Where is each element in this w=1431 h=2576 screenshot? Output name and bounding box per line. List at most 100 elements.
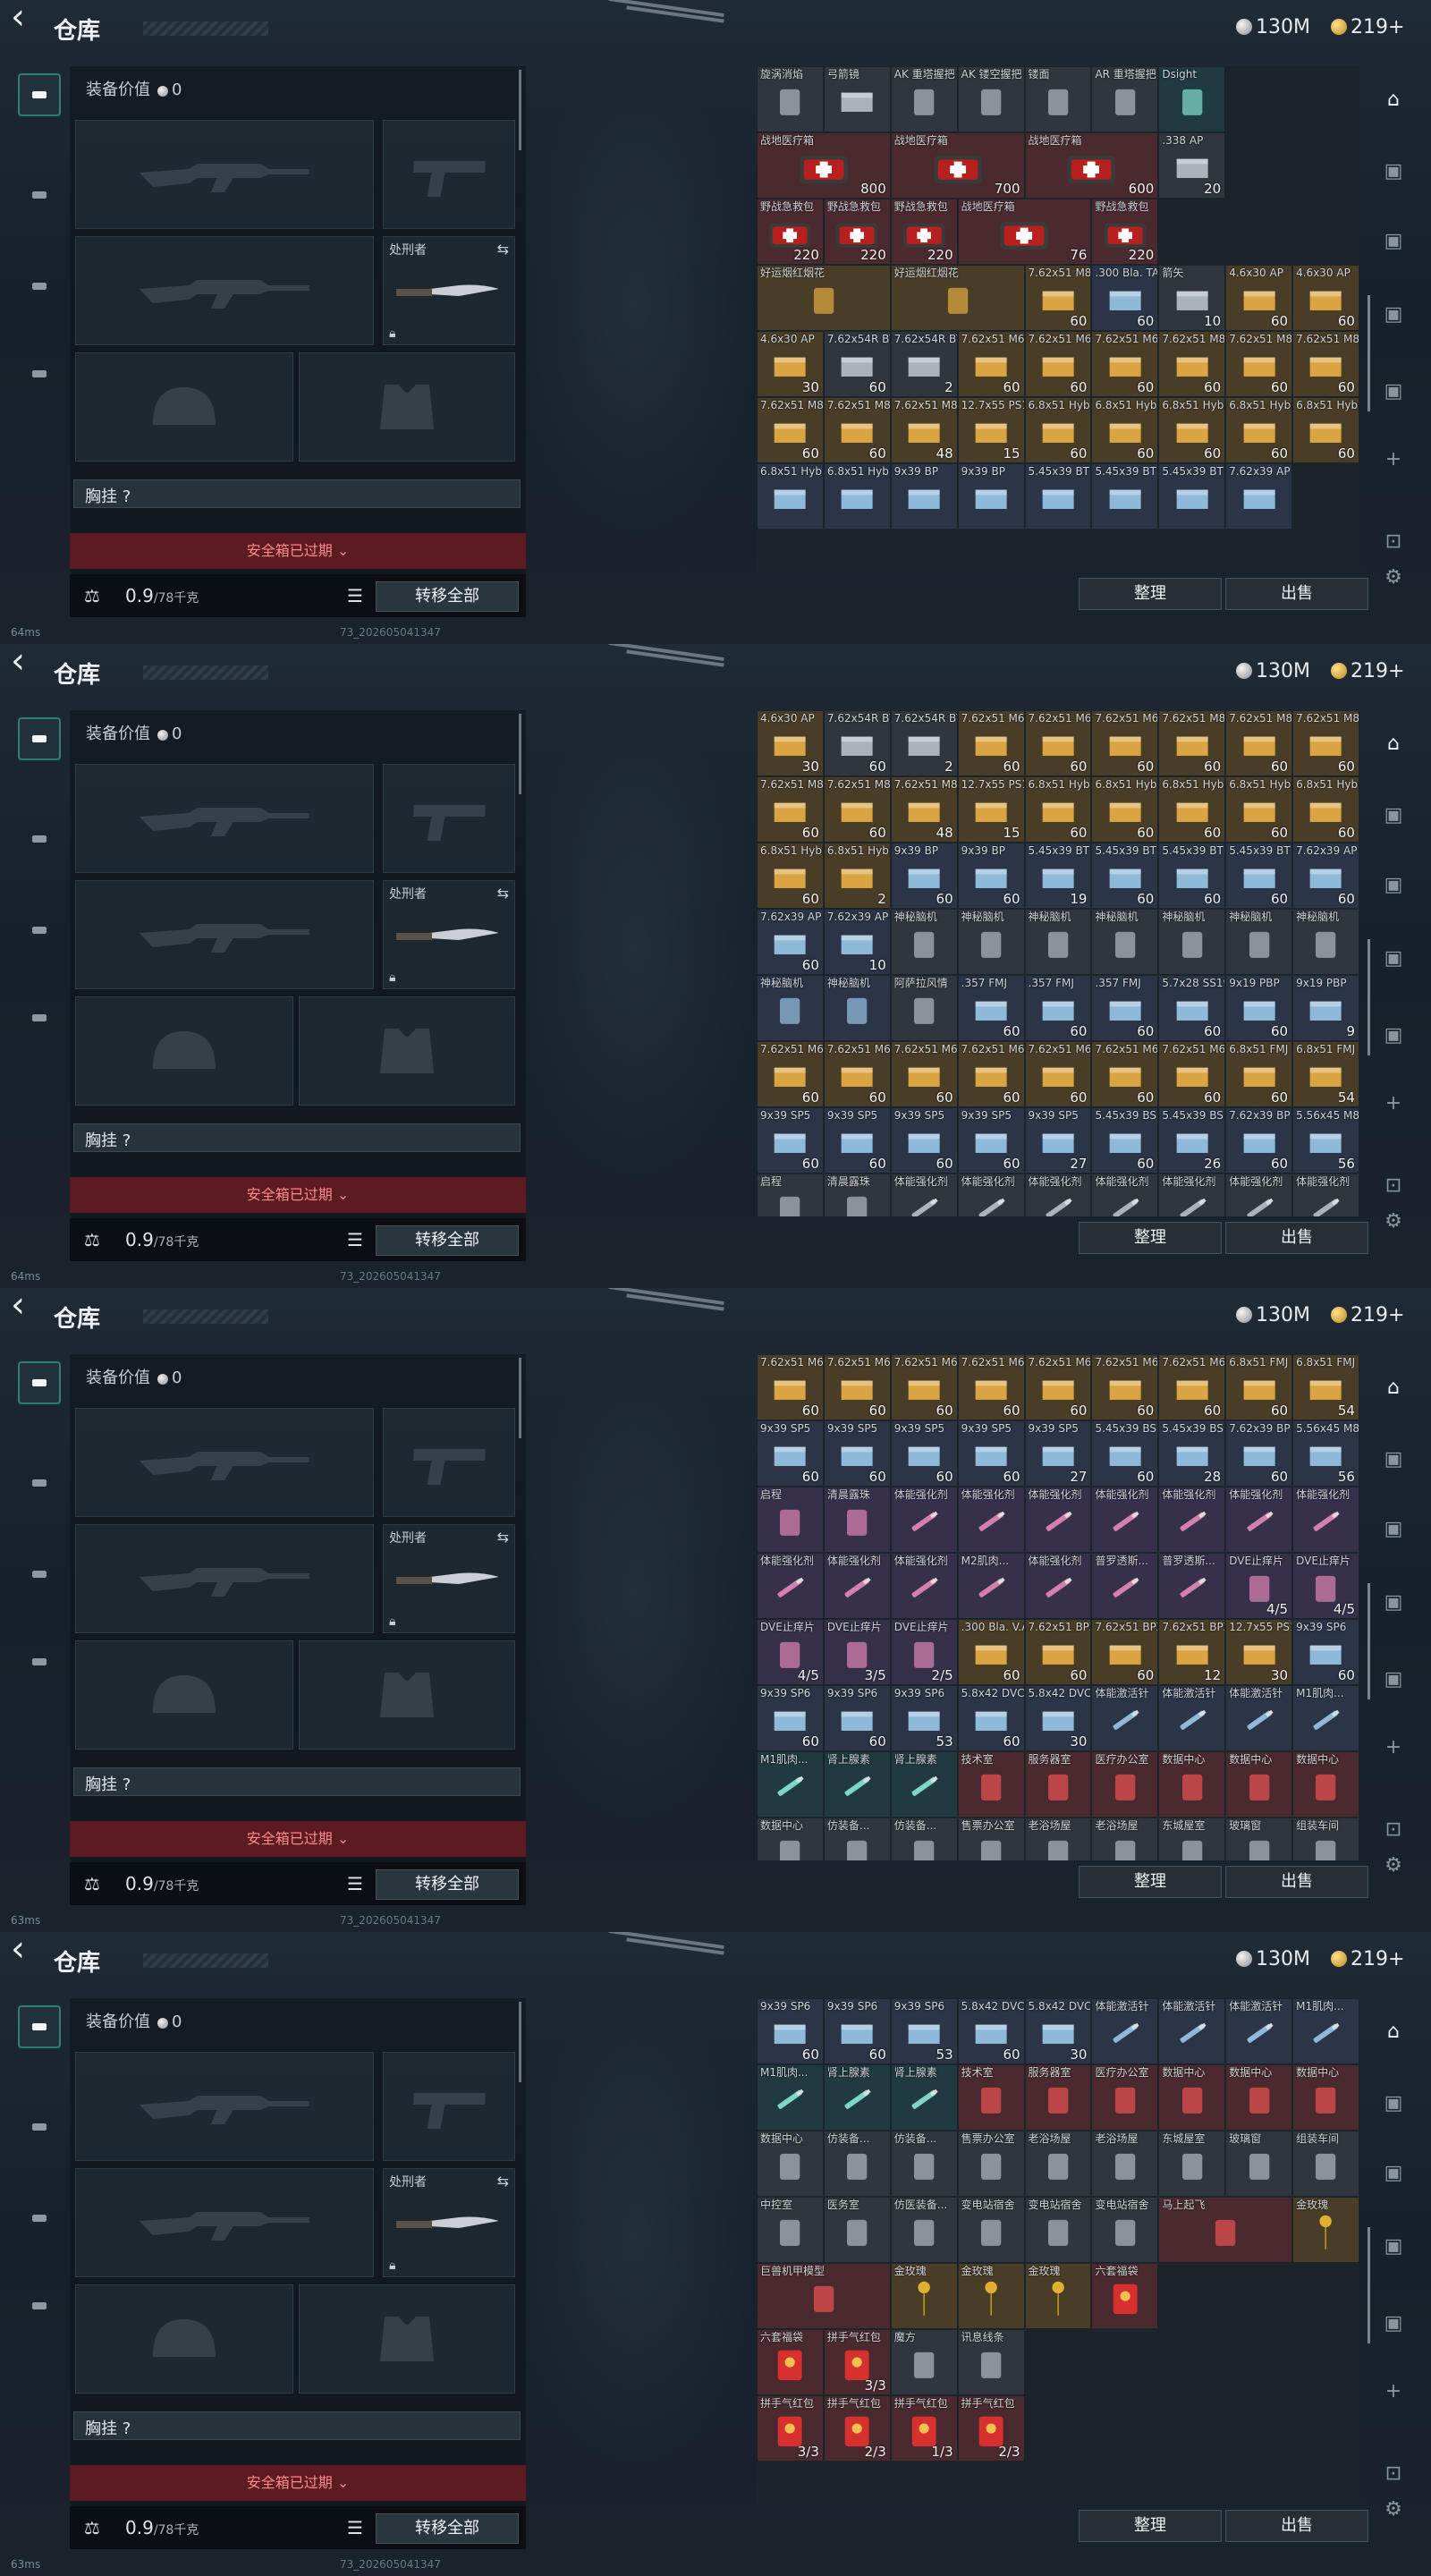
item-cell[interactable]: 体能强化剂 — [957, 1487, 1025, 1553]
item-cell[interactable]: 5.45x39 BT 19 — [1024, 843, 1092, 909]
move-all-button[interactable]: 转移全部 — [376, 1869, 519, 1900]
container-icon[interactable]: ▣ — [1379, 227, 1408, 256]
item-cell[interactable]: 启程 — [757, 1487, 824, 1553]
item-cell[interactable]: 仿医装备... — [890, 2197, 958, 2263]
item-cell[interactable]: M1肌肉... — [757, 1751, 824, 1818]
add-container-icon[interactable]: + — [1379, 1089, 1408, 1118]
item-cell[interactable]: 12.7x55 PS12 30 — [1225, 1619, 1293, 1685]
item-cell[interactable]: 体能强化剂 — [1024, 1553, 1092, 1619]
item-cell[interactable]: 4.6x30 AP 30 — [757, 710, 824, 776]
item-cell[interactable]: 数据中心 — [1292, 2064, 1359, 2131]
item-cell[interactable]: 9x39 BP 60 — [890, 843, 958, 909]
move-all-button[interactable]: 转移全部 — [376, 581, 519, 612]
settings-gear-icon[interactable]: ⚙ — [1379, 2496, 1408, 2524]
item-cell[interactable]: 7.62x39 AP — [1225, 463, 1293, 530]
container-icon[interactable]: ▣ — [1379, 157, 1408, 186]
item-cell[interactable]: 售票办公室 — [957, 2131, 1025, 2197]
item-cell[interactable]: 12.7x55 PS12B 15 — [957, 397, 1025, 463]
pistol-slot[interactable] — [383, 764, 515, 873]
swap-icon[interactable]: ⇆ — [497, 241, 509, 258]
grid-scrollbar[interactable] — [1367, 2227, 1370, 2343]
move-all-button[interactable]: 转移全部 — [376, 2513, 519, 2544]
container-icon[interactable]: ▣ — [1379, 2309, 1408, 2338]
container-icon[interactable]: ▣ — [1379, 2089, 1408, 2118]
item-cell[interactable]: 9x39 SP6 60 — [1292, 1619, 1359, 1685]
item-cell[interactable]: 7.62x51 M62 60 — [957, 710, 1025, 776]
item-cell[interactable]: 9x39 BP — [957, 463, 1025, 530]
item-cell[interactable]: 神秘脑机 — [1225, 909, 1293, 975]
item-cell[interactable]: 6.8x51 Hybrid 60 — [757, 843, 824, 909]
case-tab-icon[interactable] — [18, 352, 61, 395]
list-icon[interactable]: ☰ — [340, 2513, 370, 2542]
item-cell[interactable]: 6.8x51 Hybrid 60 — [1292, 776, 1359, 843]
item-cell[interactable]: 组装车间 — [1292, 2131, 1359, 2197]
item-cell[interactable]: DVE止痒片 3/5 — [823, 1619, 891, 1685]
item-cell[interactable]: 5.56x45 M855A1 56 — [1292, 1107, 1359, 1174]
item-cell[interactable]: 体能强化剂 — [890, 1174, 958, 1216]
add-gold-icon[interactable]: + — [1388, 16, 1404, 38]
item-cell[interactable]: 5.7x28 SS190 60 — [1158, 975, 1226, 1041]
item-cell[interactable]: 9x39 SP5 60 — [957, 1420, 1025, 1487]
item-cell[interactable]: 技术室 — [957, 1751, 1025, 1818]
item-cell[interactable]: 9x39 SP6 53 — [890, 1998, 958, 2064]
item-cell[interactable]: 野战急救包 220 — [1091, 199, 1159, 265]
item-cell[interactable]: M2肌肉... — [957, 1553, 1025, 1619]
helmet-slot[interactable] — [75, 2284, 293, 2394]
item-cell[interactable]: 7.62x51 M80 48 — [890, 397, 958, 463]
help-icon[interactable]: ? — [123, 2419, 131, 2438]
item-cell[interactable]: 旋涡消焰 — [757, 66, 824, 132]
equipment-scrollbar[interactable] — [519, 70, 521, 150]
item-cell[interactable]: 仿装备... — [890, 2131, 958, 2197]
helmet-slot[interactable] — [75, 1640, 293, 1750]
chest-rig-row[interactable]: 胸挂 ? — [73, 479, 521, 508]
item-cell[interactable]: 5.8x42 DVC88 30 — [1024, 1685, 1092, 1751]
primary-weapon-slot[interactable] — [75, 1408, 374, 1517]
armor-tab-icon[interactable] — [18, 818, 61, 860]
item-cell[interactable]: 7.62x51 M61 60 — [1024, 710, 1092, 776]
item-cell[interactable]: 魔方 — [890, 2329, 958, 2395]
item-cell[interactable]: 老浴场屋 — [1024, 2131, 1092, 2197]
item-cell[interactable]: 数据中心 — [1225, 2064, 1293, 2131]
item-cell[interactable]: 数据中心 — [1225, 1751, 1293, 1818]
item-cell[interactable]: 6.8x51 Hybrid 60 — [1091, 397, 1159, 463]
secondary-weapon-slot[interactable] — [75, 236, 374, 345]
item-cell[interactable]: 技术室 — [957, 2064, 1025, 2131]
item-cell[interactable]: 体能激活针 — [1225, 1998, 1293, 2064]
sort-button[interactable]: 整理 — [1079, 1866, 1222, 1898]
item-cell[interactable]: 拼手气红包 3/3 — [823, 2329, 891, 2395]
item-cell[interactable]: DVE止痒片 4/5 — [1225, 1553, 1293, 1619]
armor-slot[interactable] — [299, 996, 515, 1106]
item-cell[interactable]: 神秘脑机 — [890, 909, 958, 975]
item-cell[interactable]: 体能强化剂 — [1158, 1174, 1226, 1216]
helmet-slot[interactable] — [75, 352, 293, 462]
item-cell[interactable]: .357 FMJ 60 — [1091, 975, 1159, 1041]
item-cell[interactable]: 6.8x51 Hybrid 60 — [1024, 776, 1092, 843]
back-arrow-icon[interactable]: ‹ — [11, 0, 38, 35]
item-cell[interactable]: 六套福袋 — [757, 2329, 824, 2395]
item-cell[interactable]: 7.62x51 M80 60 — [823, 776, 891, 843]
equipment-scrollbar[interactable] — [519, 1358, 521, 1438]
item-cell[interactable]: 5.8x42 DVC88 60 — [957, 1685, 1025, 1751]
item-cell[interactable]: 六套福袋 — [1091, 2263, 1159, 2329]
add-container-icon[interactable]: + — [1379, 2377, 1408, 2406]
item-cell[interactable]: 4.6x30 AP 30 — [757, 331, 824, 397]
sell-button[interactable]: 出售 — [1225, 578, 1368, 610]
helmet-slot[interactable] — [75, 996, 293, 1106]
item-cell[interactable]: 金玫瑰 — [890, 2263, 958, 2329]
item-cell[interactable]: 体能强化剂 — [1292, 1487, 1359, 1553]
container-icon[interactable]: ▣ — [1379, 1589, 1408, 1617]
item-cell[interactable]: 7.62x51 M62 60 — [957, 331, 1025, 397]
item-cell[interactable]: 组装车间 — [1292, 1818, 1359, 1860]
item-cell[interactable]: 神秘脑机 — [1292, 909, 1359, 975]
container-icon[interactable]: ▣ — [1379, 1445, 1408, 1474]
lock-icon[interactable]: ⊡ — [1379, 2460, 1408, 2488]
item-cell[interactable]: 医务室 — [823, 2197, 891, 2263]
item-cell[interactable]: 7.62x51 M61 60 — [1091, 331, 1159, 397]
item-cell[interactable]: 老浴场屋 — [1091, 2131, 1159, 2197]
item-cell[interactable]: 7.62x51 M80 60 — [1158, 710, 1226, 776]
item-cell[interactable]: 医疗办公室 — [1091, 2064, 1159, 2131]
item-cell[interactable]: 7.62x51 M62 60 — [757, 1354, 824, 1420]
item-cell[interactable]: 战地医疗箱 600 — [1024, 132, 1159, 199]
item-cell[interactable]: 9x39 SP5 60 — [823, 1107, 891, 1174]
item-cell[interactable]: 6.8x51 Hybrid 60 — [1158, 776, 1226, 843]
